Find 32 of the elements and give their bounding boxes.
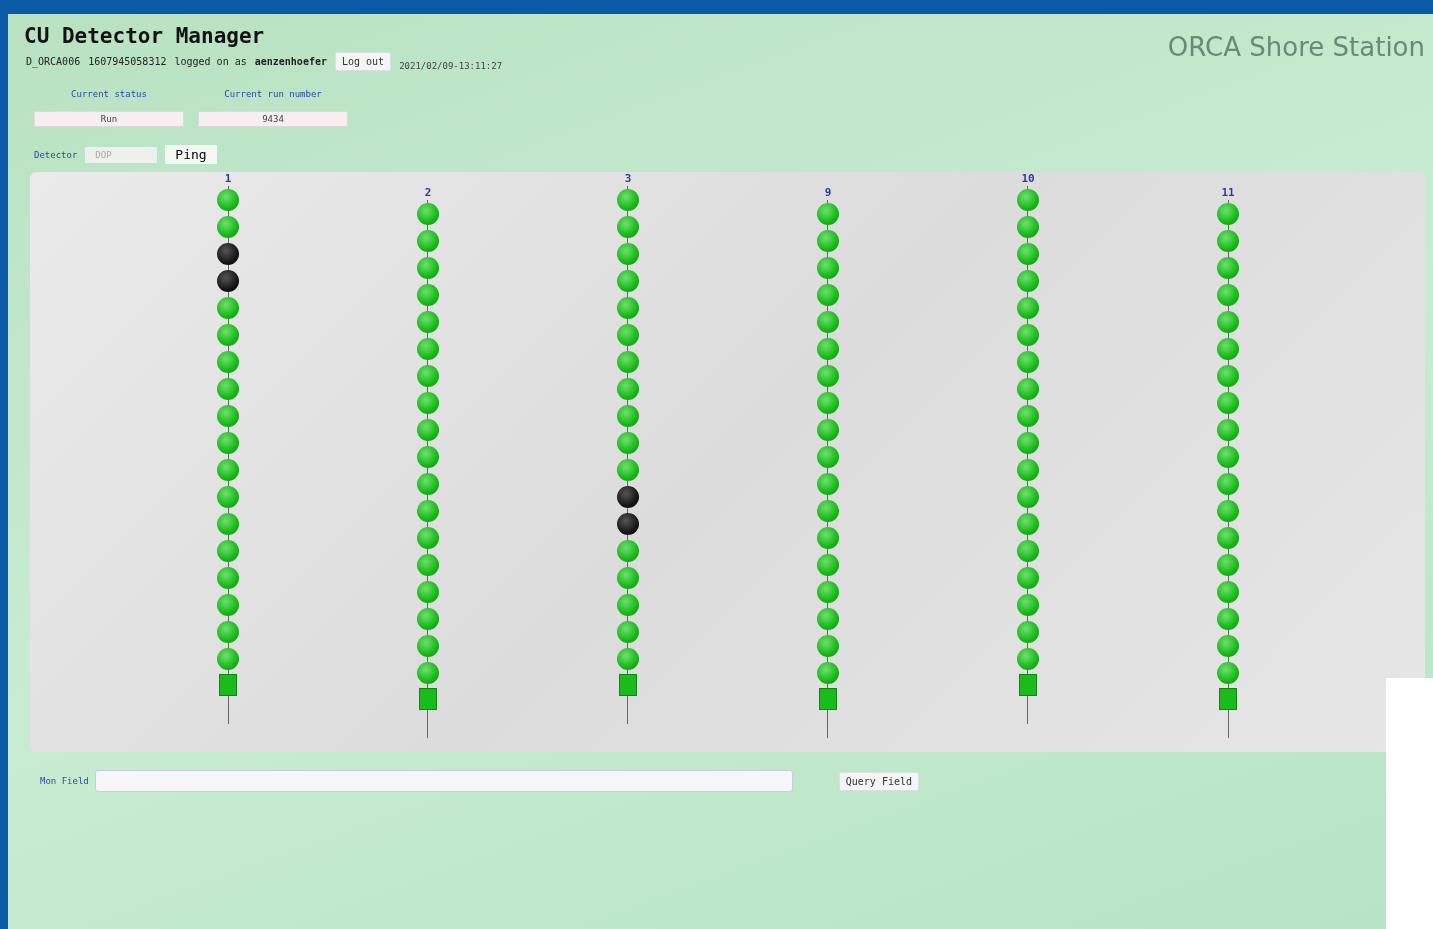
timestamp: 2021/02/09-13:11:27	[399, 60, 503, 71]
module-icon[interactable]	[617, 513, 639, 535]
base-module-icon[interactable]	[419, 688, 437, 710]
string-label: 2	[424, 186, 432, 200]
string-label: 11	[1221, 186, 1235, 200]
base-module-icon[interactable]	[219, 674, 237, 696]
run-number-label: Current run number	[224, 89, 322, 99]
mon-field-input[interactable]	[94, 770, 793, 792]
session-token: 1607945058312	[88, 56, 167, 67]
module-icon[interactable]	[217, 270, 239, 292]
user-name: aenzenhoefer	[254, 56, 327, 67]
base-module-icon[interactable]	[619, 674, 637, 696]
base-module-icon[interactable]	[819, 688, 837, 710]
string-label: 10	[1021, 172, 1035, 186]
app-title: CU Detector Manager	[24, 24, 266, 48]
status-label: Current status	[71, 89, 147, 99]
base-module-icon[interactable]	[1219, 688, 1237, 710]
station-title: ORCA Shore Station	[1167, 32, 1425, 64]
string-label: 9	[824, 186, 832, 200]
string-label: 1	[224, 172, 232, 186]
run-number-field: 9434	[198, 111, 348, 127]
login-text: logged on as	[174, 56, 247, 67]
mon-field-label: Mon Field	[40, 776, 89, 786]
module-icon[interactable]	[217, 243, 239, 265]
base-module-icon[interactable]	[1019, 674, 1037, 696]
module-icon[interactable]	[617, 486, 639, 508]
detector-label: Detector	[34, 149, 78, 160]
logout-button[interactable]: Log out	[334, 52, 392, 71]
string-label: 3	[624, 172, 632, 186]
query-field-button[interactable]: Query Field	[838, 771, 919, 791]
detector-id: D_ORCA006	[26, 56, 81, 67]
status-field: Run	[34, 111, 184, 127]
